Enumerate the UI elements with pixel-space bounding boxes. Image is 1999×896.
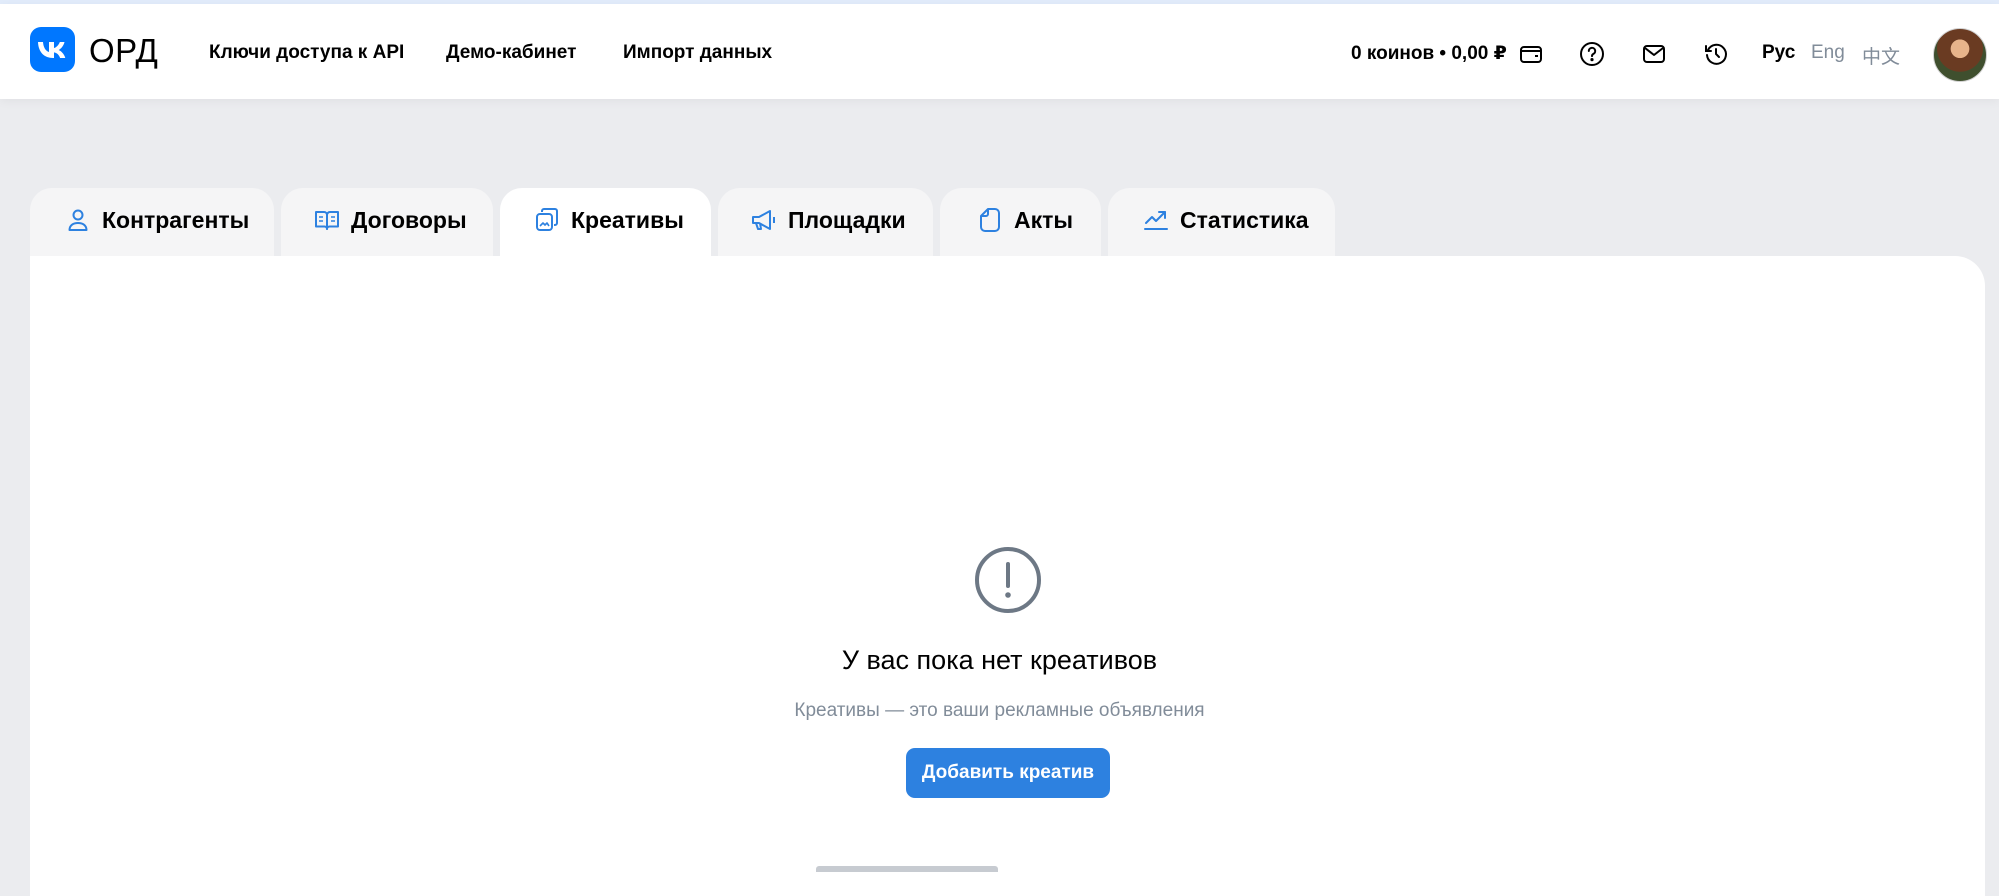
help-icon[interactable]: [1578, 40, 1606, 68]
document-icon: [976, 206, 1004, 234]
wallet-icon[interactable]: [1517, 40, 1545, 68]
chart-icon: [1142, 206, 1170, 234]
megaphone-icon: [750, 206, 778, 234]
user-avatar[interactable]: [1933, 28, 1987, 82]
nav-demo-cabinet[interactable]: Демо-кабинет: [446, 42, 576, 64]
logo-text: ОРД: [89, 32, 159, 69]
tab-statistics[interactable]: Статистика: [1108, 188, 1335, 258]
book-icon: [313, 206, 341, 234]
balance-text[interactable]: 0 коинов • 0,00 ₽: [1351, 42, 1507, 65]
tab-label: Акты: [1014, 207, 1074, 233]
nav-api-keys[interactable]: Ключи доступа к API: [209, 42, 404, 64]
tab-counterparties[interactable]: Контрагенты: [30, 188, 274, 258]
tab-creatives[interactable]: Креативы: [500, 188, 711, 258]
lang-en[interactable]: Eng: [1811, 42, 1845, 64]
scrollbar-stub[interactable]: [816, 866, 998, 872]
tab-contracts[interactable]: Договоры: [281, 188, 493, 258]
vk-logo-icon[interactable]: [30, 27, 75, 72]
tab-label: Договоры: [351, 207, 467, 233]
mail-icon[interactable]: [1640, 40, 1668, 68]
tab-label: Креативы: [571, 207, 684, 233]
tab-label: Контрагенты: [102, 207, 250, 233]
lang-ru[interactable]: Рус: [1762, 42, 1795, 64]
tab-platforms[interactable]: Площадки: [718, 188, 933, 258]
empty-state-subtitle: Креативы — это ваши рекламные объявления: [794, 700, 1205, 721]
user-icon: [64, 206, 92, 234]
tab-label: Статистика: [1180, 207, 1309, 233]
top-header: ОРД Ключи доступа к API Демо-кабинет Имп…: [0, 4, 1999, 99]
tab-acts[interactable]: Акты: [940, 188, 1101, 258]
add-creative-button[interactable]: Добавить креатив: [906, 748, 1110, 798]
exclamation-circle-icon: [975, 547, 1041, 613]
tab-label: Площадки: [788, 207, 906, 233]
creatives-icon: [533, 206, 561, 234]
nav-data-import[interactable]: Импорт данных: [623, 42, 772, 64]
empty-state-title: У вас пока нет креативов: [841, 645, 1158, 675]
lang-zh[interactable]: 中文: [1862, 42, 1900, 69]
history-icon[interactable]: [1702, 40, 1730, 68]
